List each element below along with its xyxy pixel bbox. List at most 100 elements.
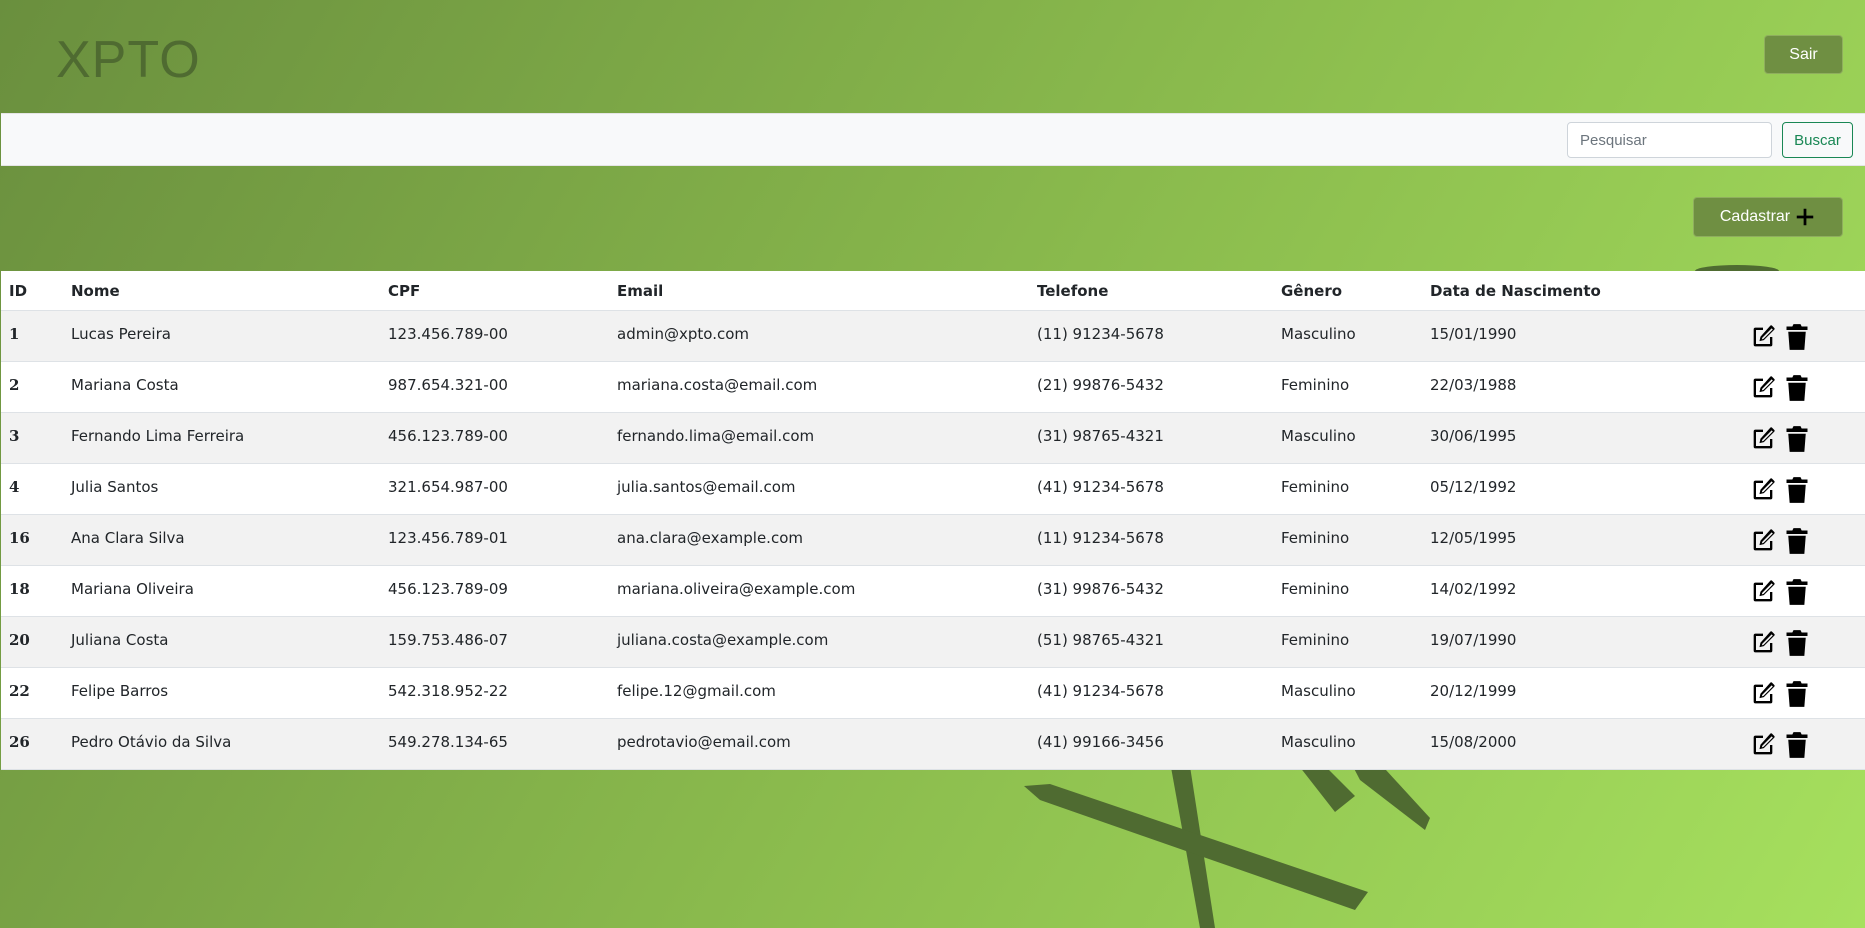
users-table: ID Nome CPF Email Telefone Gênero Data d…	[1, 271, 1865, 770]
cell-nome: Ana Clara Silva	[63, 514, 380, 566]
row-actions	[1748, 730, 1857, 760]
cell-actions	[1740, 718, 1865, 770]
edit-button[interactable]	[1748, 373, 1778, 403]
cell-actions	[1740, 361, 1865, 413]
table-row: 2 Mariana Costa 987.654.321-00 mariana.cost…	[1, 361, 1865, 413]
cell-nome: Mariana Oliveira	[63, 565, 380, 617]
column-header-email: Email	[609, 271, 1029, 311]
delete-icon	[1786, 324, 1808, 350]
edit-button[interactable]	[1748, 424, 1778, 454]
cell-id: 4	[1, 463, 63, 515]
column-header-genero: Gênero	[1273, 271, 1422, 311]
cell-id: 22	[1, 667, 63, 719]
row-actions	[1748, 577, 1857, 607]
cell-cpf: 123.456.789-01	[380, 514, 609, 566]
table-row: 3 Fernando Lima Ferreira 456.123.789-00 fer…	[1, 412, 1865, 464]
row-actions	[1748, 526, 1857, 556]
cell-actions	[1740, 667, 1865, 719]
table-header-row: ID Nome CPF Email Telefone Gênero Data d…	[1, 271, 1865, 311]
edit-button[interactable]	[1748, 475, 1778, 505]
row-actions	[1748, 475, 1857, 505]
edit-icon	[1753, 376, 1775, 398]
edit-icon	[1753, 529, 1775, 551]
plus-icon	[1796, 208, 1814, 226]
cell-data-nascimento: 15/08/2000	[1422, 718, 1740, 770]
cell-telefone: (41) 91234-5678	[1029, 667, 1273, 719]
search-button[interactable]: Buscar	[1782, 122, 1853, 158]
cell-actions	[1740, 565, 1865, 617]
edit-icon	[1753, 631, 1775, 653]
edit-icon	[1753, 682, 1775, 704]
edit-button[interactable]	[1748, 730, 1778, 760]
cell-email: ana.clara@example.com	[609, 514, 1029, 566]
table-row: 20 Juliana Costa 159.753.486-07 juliana.cos…	[1, 616, 1865, 668]
delete-button[interactable]	[1782, 628, 1812, 658]
delete-icon	[1786, 375, 1808, 401]
cell-cpf: 456.123.789-09	[380, 565, 609, 617]
cell-genero: Masculino	[1273, 667, 1422, 719]
cell-actions	[1740, 514, 1865, 566]
cell-genero: Feminino	[1273, 565, 1422, 617]
row-actions	[1748, 322, 1857, 352]
cell-data-nascimento: 22/03/1988	[1422, 361, 1740, 413]
delete-button[interactable]	[1782, 424, 1812, 454]
delete-icon	[1786, 528, 1808, 554]
table-row: 16 Ana Clara Silva 123.456.789-01 ana.clara…	[1, 514, 1865, 566]
cell-email: mariana.costa@email.com	[609, 361, 1029, 413]
row-actions	[1748, 373, 1857, 403]
logout-button[interactable]: Sair	[1764, 35, 1843, 74]
cell-id: 16	[1, 514, 63, 566]
cell-actions	[1740, 412, 1865, 464]
delete-button[interactable]	[1782, 475, 1812, 505]
cell-email: felipe.12@gmail.com	[609, 667, 1029, 719]
cell-genero: Feminino	[1273, 616, 1422, 668]
cell-email: julia.santos@email.com	[609, 463, 1029, 515]
search-bar: Buscar	[1, 113, 1865, 166]
register-button[interactable]: Cadastrar	[1693, 197, 1843, 237]
cell-nome: Mariana Costa	[63, 361, 380, 413]
cell-actions	[1740, 463, 1865, 515]
edit-button[interactable]	[1748, 322, 1778, 352]
cell-nome: Juliana Costa	[63, 616, 380, 668]
cell-email: pedrotavio@email.com	[609, 718, 1029, 770]
delete-button[interactable]	[1782, 373, 1812, 403]
cell-id: 26	[1, 718, 63, 770]
cell-genero: Feminino	[1273, 361, 1422, 413]
cell-nome: Felipe Barros	[63, 667, 380, 719]
cell-telefone: (11) 91234-5678	[1029, 514, 1273, 566]
cell-data-nascimento: 14/02/1992	[1422, 565, 1740, 617]
cell-id: 20	[1, 616, 63, 668]
edit-button[interactable]	[1748, 526, 1778, 556]
cell-cpf: 321.654.987-00	[380, 463, 609, 515]
cell-telefone: (21) 99876-5432	[1029, 361, 1273, 413]
edit-button[interactable]	[1748, 679, 1778, 709]
edit-icon	[1753, 478, 1775, 500]
cell-cpf: 987.654.321-00	[380, 361, 609, 413]
column-header-cpf: CPF	[380, 271, 609, 311]
cell-id: 3	[1, 412, 63, 464]
delete-icon	[1786, 426, 1808, 452]
column-header-data-nascimento: Data de Nascimento	[1422, 271, 1740, 311]
edit-icon	[1753, 325, 1775, 347]
cell-telefone: (41) 99166-3456	[1029, 718, 1273, 770]
column-header-actions	[1740, 271, 1865, 311]
edit-button[interactable]	[1748, 577, 1778, 607]
row-actions	[1748, 628, 1857, 658]
table-row: 26 Pedro Otávio da Silva 549.278.134-65 ped…	[1, 718, 1865, 770]
edit-icon	[1753, 580, 1775, 602]
cell-data-nascimento: 19/07/1990	[1422, 616, 1740, 668]
table-row: 22 Felipe Barros 542.318.952-22 felipe.12@g…	[1, 667, 1865, 719]
delete-button[interactable]	[1782, 679, 1812, 709]
edit-button[interactable]	[1748, 628, 1778, 658]
cell-genero: Masculino	[1273, 412, 1422, 464]
cell-telefone: (11) 91234-5678	[1029, 310, 1273, 362]
delete-button[interactable]	[1782, 577, 1812, 607]
cell-cpf: 159.753.486-07	[380, 616, 609, 668]
delete-button[interactable]	[1782, 730, 1812, 760]
delete-button[interactable]	[1782, 526, 1812, 556]
cell-actions	[1740, 310, 1865, 362]
delete-button[interactable]	[1782, 322, 1812, 352]
search-input[interactable]	[1567, 122, 1772, 158]
cell-data-nascimento: 30/06/1995	[1422, 412, 1740, 464]
cell-telefone: (31) 99876-5432	[1029, 565, 1273, 617]
